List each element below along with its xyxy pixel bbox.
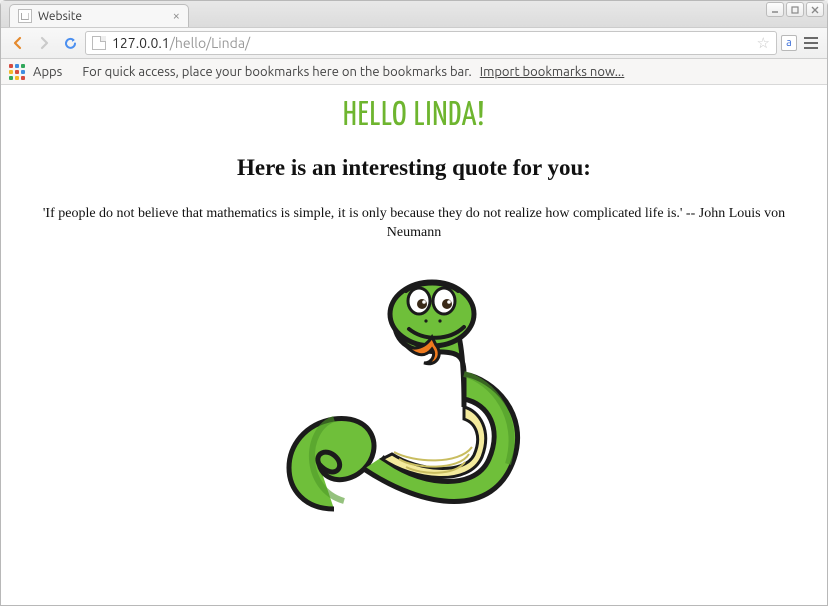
bookmark-star-icon[interactable]: ☆	[757, 34, 770, 52]
forward-button[interactable]	[33, 32, 55, 54]
window-close-button[interactable]	[806, 2, 824, 17]
browser-toolbar: 127.0.0.1/hello/Linda/ ☆ a	[1, 27, 827, 59]
browser-tab[interactable]: Website ×	[9, 4, 189, 27]
apps-label[interactable]: Apps	[33, 65, 62, 79]
greeting-heading: Hello Linda!	[1, 99, 827, 133]
tab-close-icon[interactable]: ×	[173, 9, 180, 23]
url-path: /hello/Linda/	[170, 35, 250, 51]
tab-strip: Website ×	[1, 1, 827, 27]
window-minimize-button[interactable]	[766, 2, 784, 17]
tab-favicon-icon	[18, 9, 32, 23]
sub-heading: Here is an interesting quote for you:	[1, 155, 827, 181]
page-icon	[92, 36, 106, 50]
reload-button[interactable]	[59, 32, 81, 54]
address-bar[interactable]: 127.0.0.1/hello/Linda/ ☆	[85, 31, 777, 55]
window-maximize-button[interactable]	[786, 2, 804, 17]
menu-button[interactable]	[801, 33, 821, 53]
tab-title: Website	[38, 10, 167, 23]
page-viewport: Hello Linda! Here is an interesting quot…	[1, 85, 827, 605]
import-bookmarks-link[interactable]: Import bookmarks now...	[480, 65, 625, 79]
url-text: 127.0.0.1/hello/Linda/	[112, 35, 751, 51]
back-button[interactable]	[7, 32, 29, 54]
bookmarks-bar: Apps For quick access, place your bookma…	[1, 59, 827, 85]
snake-illustration	[264, 259, 564, 549]
apps-icon[interactable]	[9, 64, 25, 80]
account-badge[interactable]: a	[781, 35, 797, 51]
quote-text: 'If people do not believe that mathemati…	[1, 205, 827, 243]
url-host: 127.0.0.1	[112, 35, 170, 51]
bookmarks-hint: For quick access, place your bookmarks h…	[82, 65, 471, 79]
